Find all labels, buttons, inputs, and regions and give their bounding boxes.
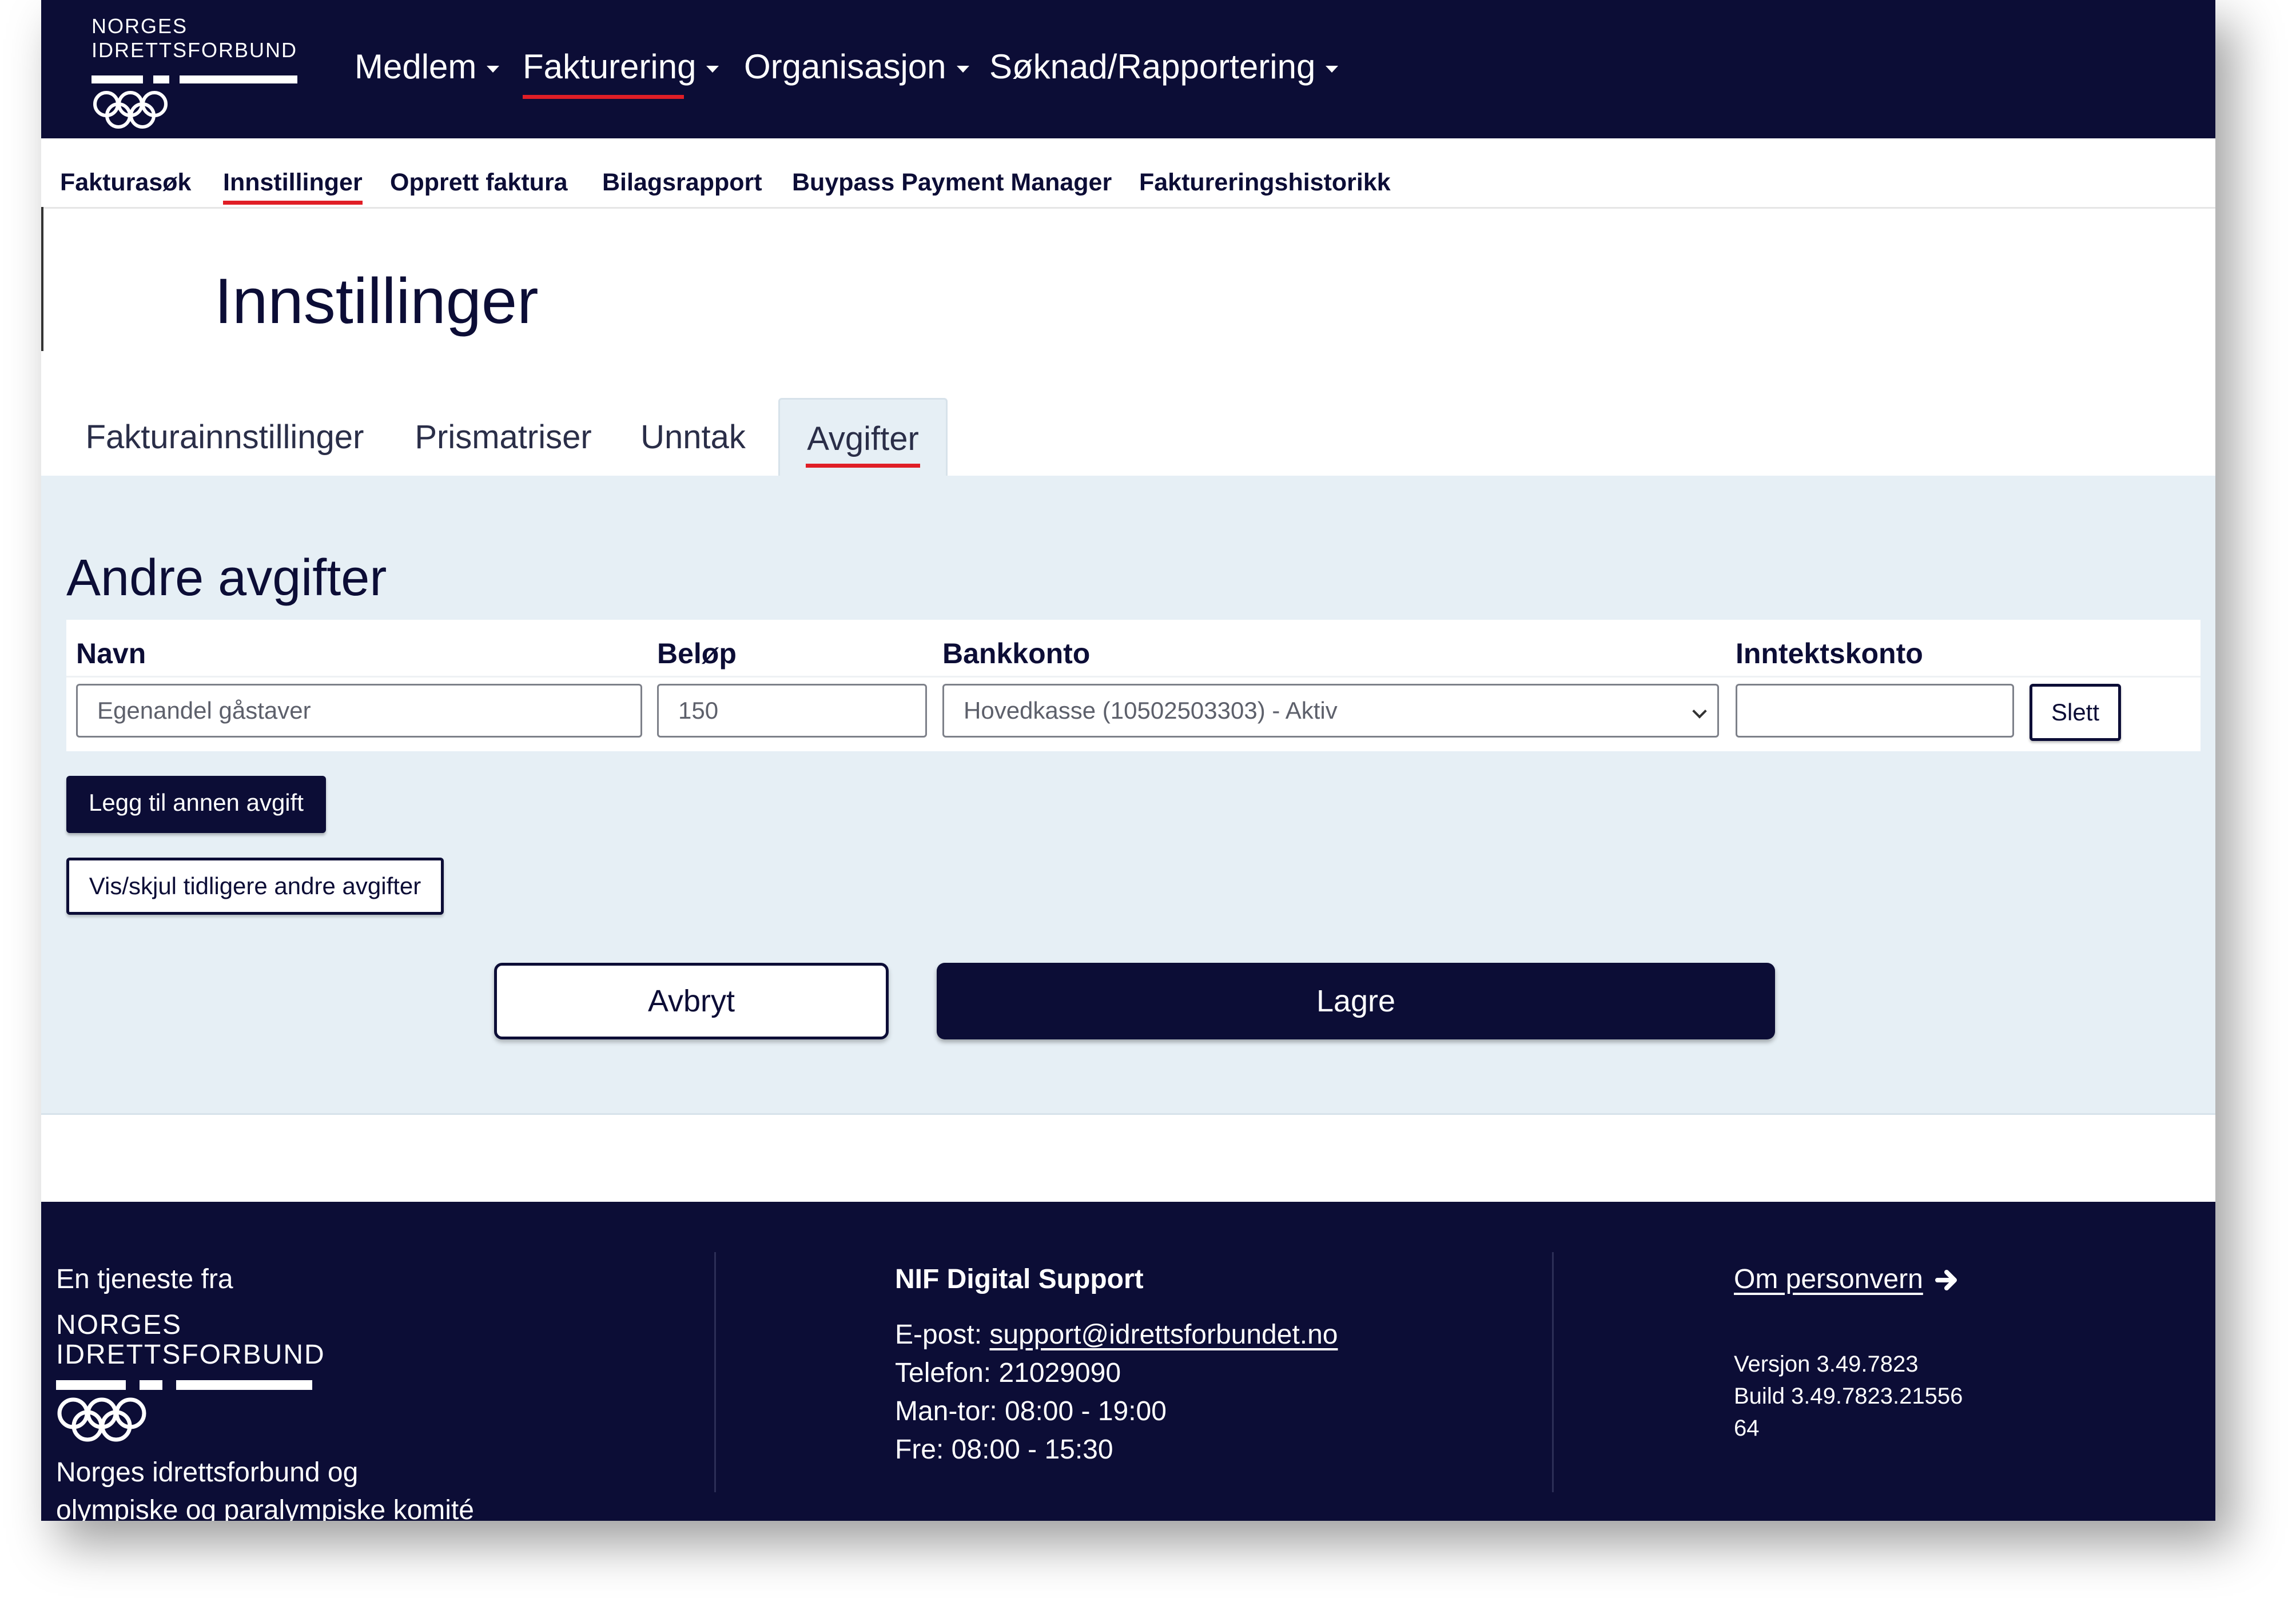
add-fee-button[interactable]: Legg til annen avgift: [66, 776, 326, 833]
tab-prismatriser[interactable]: Prismatriser: [400, 398, 606, 477]
bank-account-select[interactable]: Hovedkasse (10502503303) - Aktiv: [942, 684, 1719, 738]
app-window: NORGES IDRETTSFORBUND Medlem Fakturering…: [41, 0, 2215, 1521]
build-label-line-1: Build 3.49.7823.21556: [1734, 1384, 1963, 1409]
support-title: NIF Digital Support: [895, 1264, 1144, 1294]
income-account-input[interactable]: [1736, 684, 2014, 738]
logo-stripe: [180, 75, 297, 83]
footer-divider: [1552, 1252, 1554, 1492]
column-header-navn: Navn: [76, 637, 146, 670]
column-header-bankkonto: Bankkonto: [942, 637, 1091, 670]
row-divider: [66, 676, 2201, 678]
footer-nif-logo: NORGES IDRETTSFORBUND: [56, 1312, 325, 1443]
chevron-down-icon: [1692, 704, 1707, 719]
logo-stripe: [91, 75, 143, 83]
tab-label: Prismatriser: [415, 419, 592, 456]
subnav-fakturasok[interactable]: Fakturasøk: [60, 169, 191, 197]
support-email-link[interactable]: support@idrettsforbundet.no: [989, 1320, 1338, 1350]
support-hours-weekdays: Man-tor: 08:00 - 19:00: [895, 1396, 1167, 1426]
version-label: Versjon 3.49.7823: [1734, 1352, 1919, 1377]
logo-line-1: NORGES: [56, 1310, 182, 1340]
tab-fakturainnstillinger[interactable]: Fakturainnstillinger: [67, 398, 382, 477]
top-navigation-bar: NORGES IDRETTSFORBUND Medlem Fakturering…: [41, 0, 2215, 138]
column-header-inntektskonto: Inntektskonto: [1736, 637, 1923, 670]
caret-down-icon: [487, 66, 500, 73]
caret-down-icon: [706, 66, 719, 73]
toggle-previous-fees-button[interactable]: Vis/skjul tidligere andre avgifter: [66, 858, 444, 915]
active-nav-indicator: [523, 95, 684, 99]
logo-stripe: [56, 1380, 126, 1390]
subnav-opprett-faktura[interactable]: Opprett faktura: [390, 169, 568, 197]
fee-name-input[interactable]: Egenandel gåstaver: [76, 684, 642, 738]
avgifter-panel: Andre avgifter Navn Beløp Bankkonto Innt…: [41, 476, 2215, 1115]
caret-down-icon: [956, 66, 969, 73]
main-nav-label: Fakturering: [523, 47, 697, 86]
section-title: Andre avgifter: [66, 549, 387, 607]
logo-stripe: [153, 75, 169, 83]
delete-fee-button[interactable]: Slett: [2030, 684, 2121, 741]
nif-logo[interactable]: NORGES IDRETTSFORBUND: [91, 14, 320, 129]
footer-org-line-1: Norges idrettsforbund og: [56, 1457, 359, 1488]
logo-line-2: IDRETTSFORBUND: [56, 1340, 325, 1370]
olympic-rings-icon: [57, 1397, 146, 1442]
main-nav-label: Søknad/Rapportering: [989, 47, 1316, 86]
email-label: E-post:: [895, 1320, 982, 1350]
support-email-line: E-post: support@idrettsforbundet.no: [895, 1319, 1338, 1350]
logo-line-2: IDRETTSFORBUND: [91, 38, 297, 62]
caret-down-icon: [1326, 66, 1339, 73]
privacy-link-label: Om personvern: [1734, 1264, 1923, 1294]
logo-stripe: [140, 1380, 162, 1390]
frame-edge: [41, 207, 43, 351]
subnav-bilagsrapport[interactable]: Bilagsrapport: [602, 169, 762, 197]
footer-service-from: En tjeneste fra: [56, 1264, 233, 1294]
page-title: Innstillinger: [214, 265, 539, 337]
tab-unntak[interactable]: Unntak: [624, 398, 762, 477]
subnav-faktureringshistorikk[interactable]: Faktureringshistorikk: [1139, 169, 1391, 197]
subnav-buypass-payment-manager[interactable]: Buypass Payment Manager: [792, 169, 1112, 197]
sub-navigation-bar: Fakturasøk Innstillinger Opprett faktura…: [41, 138, 2215, 209]
save-button[interactable]: Lagre: [937, 963, 1775, 1039]
subnav-innstillinger[interactable]: Innstillinger: [223, 169, 363, 205]
bank-account-selected-value: Hovedkasse (10502503303) - Aktiv: [964, 697, 1338, 724]
footer-divider: [714, 1252, 716, 1492]
support-hours-friday: Fre: 08:00 - 15:30: [895, 1434, 1113, 1465]
tab-label: Fakturainnstillinger: [85, 419, 364, 456]
footer: En tjeneste fra NORGES IDRETTSFORBUND No…: [41, 1202, 2215, 1521]
fee-amount-input[interactable]: 150: [657, 684, 927, 738]
privacy-link[interactable]: Om personvern: [1734, 1264, 1960, 1295]
arrow-right-icon: [1935, 1270, 1957, 1290]
main-nav-medlem[interactable]: Medlem: [355, 47, 500, 86]
main-nav-soknad-rapportering[interactable]: Søknad/Rapportering: [989, 47, 1339, 86]
active-tab-indicator: [806, 464, 920, 468]
main-nav-label: Medlem: [355, 47, 477, 86]
support-phone: Telefon: 21029090: [895, 1358, 1121, 1388]
main-nav-fakturering[interactable]: Fakturering: [523, 47, 719, 99]
olympic-rings-icon: [93, 91, 168, 129]
main-nav-label: Organisasjon: [744, 47, 946, 86]
fees-table: Navn Beløp Bankkonto Inntektskonto Egena…: [66, 620, 2201, 751]
column-header-belop: Beløp: [657, 637, 737, 670]
logo-line-1: NORGES: [91, 14, 188, 38]
tab-label: Avgifter: [807, 420, 919, 457]
tab-avgifter[interactable]: Avgifter: [778, 398, 948, 479]
build-label-line-2: 64: [1734, 1416, 1760, 1441]
cancel-button[interactable]: Avbryt: [494, 963, 889, 1039]
logo-stripe: [176, 1380, 312, 1390]
footer-org-line-2: olympiske og paralympiske komité: [56, 1495, 474, 1521]
tab-label: Unntak: [640, 419, 746, 456]
main-nav-organisasjon[interactable]: Organisasjon: [744, 47, 969, 86]
